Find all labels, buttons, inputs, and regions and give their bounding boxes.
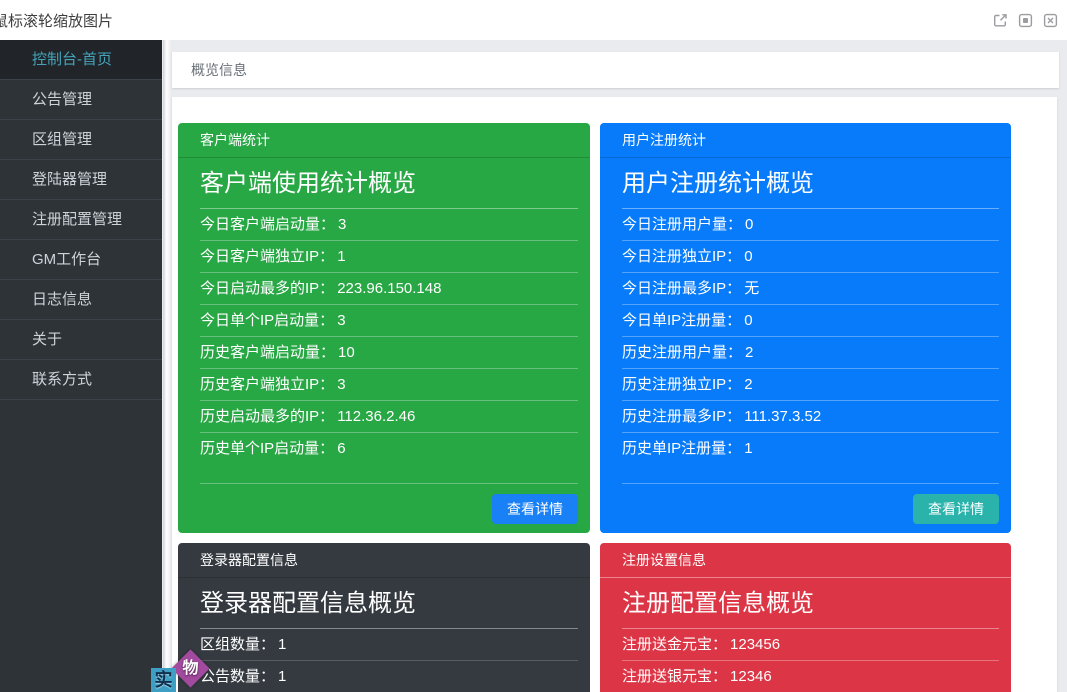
close-icon[interactable] — [1043, 13, 1058, 28]
stat-row: 今日单IP注册量：0 — [622, 305, 999, 337]
sidebar-item-gm-workbench[interactable]: GM工作台 — [0, 240, 162, 280]
stat-row: 历史客户端启动量：10 — [200, 337, 578, 369]
sidebar-item-zone-management[interactable]: 区组管理 — [0, 120, 162, 160]
stat-row: 今日客户端独立IP：1 — [200, 241, 578, 273]
sidebar-item-contact[interactable]: 联系方式 — [0, 360, 162, 400]
sidebar-item-launcher-management[interactable]: 登陆器管理 — [0, 160, 162, 200]
floating-badge-wu[interactable]: 物 — [171, 649, 209, 687]
card-body: 用户注册统计概览 今日注册用户量：0 今日注册独立IP：0 今日注册最多IP：无… — [600, 158, 1011, 465]
sidebar-item-register-config[interactable]: 注册配置管理 — [0, 200, 162, 240]
stat-row: 注册送银元宝：12346 — [622, 661, 999, 692]
card-title: 用户注册统计概览 — [622, 158, 999, 209]
sidebar-item-log-info[interactable]: 日志信息 — [0, 280, 162, 320]
stat-row: 今日客户端启动量：3 — [200, 209, 578, 241]
card-title: 客户端使用统计概览 — [200, 158, 578, 209]
card-header: 登录器配置信息 — [178, 543, 590, 578]
stat-row: 历史单IP注册量：1 — [622, 433, 999, 465]
card-footer: 查看详情 — [622, 483, 999, 533]
stat-row: 今日启动最多的IP：223.96.150.148 — [200, 273, 578, 305]
view-details-button[interactable]: 查看详情 — [492, 494, 578, 524]
view-details-button[interactable]: 查看详情 — [913, 494, 999, 524]
sidebar-content-gap — [163, 40, 171, 692]
stat-row: 历史客户端独立IP：3 — [200, 369, 578, 401]
floating-badge-shi[interactable]: 实 — [151, 668, 176, 692]
card-body: 登录器配置信息概览 区组数量：1 公告数量：1 — [178, 578, 590, 692]
window-titlebar: 鼠标滚轮缩放图片 — [0, 0, 1067, 40]
stat-row: 今日注册用户量：0 — [622, 209, 999, 241]
stat-row: 公告数量：1 — [200, 661, 578, 692]
section-header-bar: 概览信息 — [172, 52, 1059, 88]
maximize-icon[interactable] — [1018, 13, 1033, 28]
stat-row: 历史启动最多的IP：112.36.2.46 — [200, 401, 578, 433]
card-launcher-config: 登录器配置信息 登录器配置信息概览 区组数量：1 公告数量：1 — [178, 543, 590, 692]
sidebar-item-announcement[interactable]: 公告管理 — [0, 80, 162, 120]
window-title: 鼠标滚轮缩放图片 — [0, 10, 113, 31]
sidebar-item-about[interactable]: 关于 — [0, 320, 162, 360]
stat-row: 今日注册最多IP：无 — [622, 273, 999, 305]
stat-row: 今日注册独立IP：0 — [622, 241, 999, 273]
stat-row: 区组数量：1 — [200, 629, 578, 661]
window-controls — [993, 13, 1058, 28]
card-header: 用户注册统计 — [600, 123, 1011, 158]
open-external-icon[interactable] — [993, 13, 1008, 28]
card-title: 登录器配置信息概览 — [200, 578, 578, 629]
card-register-settings: 注册设置信息 注册配置信息概览 注册送金元宝：123456 注册送银元宝：123… — [600, 543, 1011, 692]
card-body: 客户端使用统计概览 今日客户端启动量：3 今日客户端独立IP：1 今日启动最多的… — [178, 158, 590, 465]
section-title: 概览信息 — [191, 62, 247, 78]
card-header: 客户端统计 — [178, 123, 590, 158]
card-header: 注册设置信息 — [600, 543, 1011, 578]
stat-row: 历史注册用户量：2 — [622, 337, 999, 369]
card-body: 注册配置信息概览 注册送金元宝：123456 注册送银元宝：12346 — [600, 578, 1011, 692]
content-panel: 客户端统计 客户端使用统计概览 今日客户端启动量：3 今日客户端独立IP：1 今… — [172, 97, 1057, 692]
card-title: 注册配置信息概览 — [622, 578, 999, 629]
sidebar: 控制台-首页 公告管理 区组管理 登陆器管理 注册配置管理 GM工作台 日志信息… — [0, 40, 162, 692]
stat-row: 今日单个IP启动量：3 — [200, 305, 578, 337]
stat-row: 历史单个IP启动量：6 — [200, 433, 578, 465]
stat-row: 注册送金元宝：123456 — [622, 629, 999, 661]
card-client-stats: 客户端统计 客户端使用统计概览 今日客户端启动量：3 今日客户端独立IP：1 今… — [178, 123, 590, 533]
stat-row: 历史注册最多IP：111.37.3.52 — [622, 401, 999, 433]
stat-row: 历史注册独立IP：2 — [622, 369, 999, 401]
sidebar-item-console-home[interactable]: 控制台-首页 — [0, 40, 162, 80]
card-footer: 查看详情 — [200, 483, 578, 533]
card-user-register-stats: 用户注册统计 用户注册统计概览 今日注册用户量：0 今日注册独立IP：0 今日注… — [600, 123, 1011, 533]
